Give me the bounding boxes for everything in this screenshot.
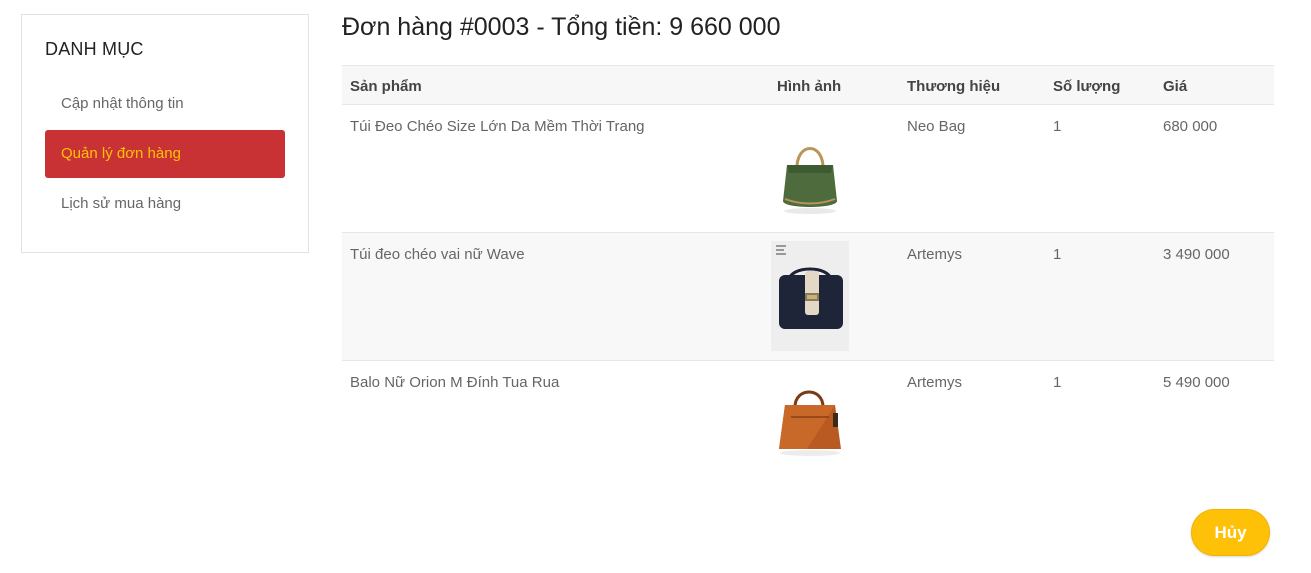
product-name: Balo Nữ Orion M Đính Tua Rua [350,374,560,391]
cancel-order-button[interactable]: Hủy [1191,509,1270,556]
product-brand: Artemys [899,232,1045,361]
product-name: Túi đeo chéo vai nữ Wave [342,232,769,361]
product-price: 5 490 000 [1163,374,1230,391]
product-price: 3 490 000 [1155,232,1274,361]
product-price: 680 000 [1155,104,1274,233]
table-row: Túi Đeo Chéo Size Lớn Da Mềm Thời Trang … [342,104,1274,233]
table-row: Balo Nữ Orion M Đính Tua Rua Artemys 1 5… [342,361,1274,489]
product-quantity: 1 [1045,104,1155,233]
product-image-cell [769,361,899,489]
column-header-brand: Thương hiệu [899,65,1045,105]
product-brand: Artemys [907,374,963,391]
product-image-cell [769,232,899,361]
product-quantity: 1 [1053,374,1062,391]
column-header-product: Sản phẩm [342,65,769,105]
sidebar-item-order-management[interactable]: Quản lý đơn hàng [45,130,285,178]
order-table: Sản phẩm Hình ảnh Thương hiệu Số lượng G… [342,65,1274,489]
navy-crossbody-bag-photo [771,241,849,351]
table-header-row: Sản phẩm Hình ảnh Thương hiệu Số lượng G… [342,65,1274,105]
column-header-quantity: Số lượng [1045,65,1155,105]
column-header-image: Hình ảnh [769,65,899,105]
product-quantity: 1 [1045,232,1155,361]
product-brand: Neo Bag [899,104,1045,233]
product-image-cell [769,104,899,233]
green-handbag-photo [771,113,849,223]
table-row: Túi đeo chéo vai nữ Wave Artemys 1 3 490… [342,232,1274,361]
order-title: Đơn hàng #0003 - Tổng tiền: 9 660 000 [342,13,781,41]
sidebar-item-purchase-history[interactable]: Lịch sử mua hàng [45,180,285,228]
column-header-price: Giá [1155,65,1274,105]
product-name: Túi Đeo Chéo Size Lớn Da Mềm Thời Trang [342,104,769,233]
sidebar-item-update-info[interactable]: Cập nhật thông tin [45,80,285,128]
sidebar-menu: DANH MỤC Cập nhật thông tin Quản lý đơn … [21,14,309,253]
sidebar-title: DANH MỤC [45,39,144,59]
brown-tote-bag-photo [771,369,849,479]
